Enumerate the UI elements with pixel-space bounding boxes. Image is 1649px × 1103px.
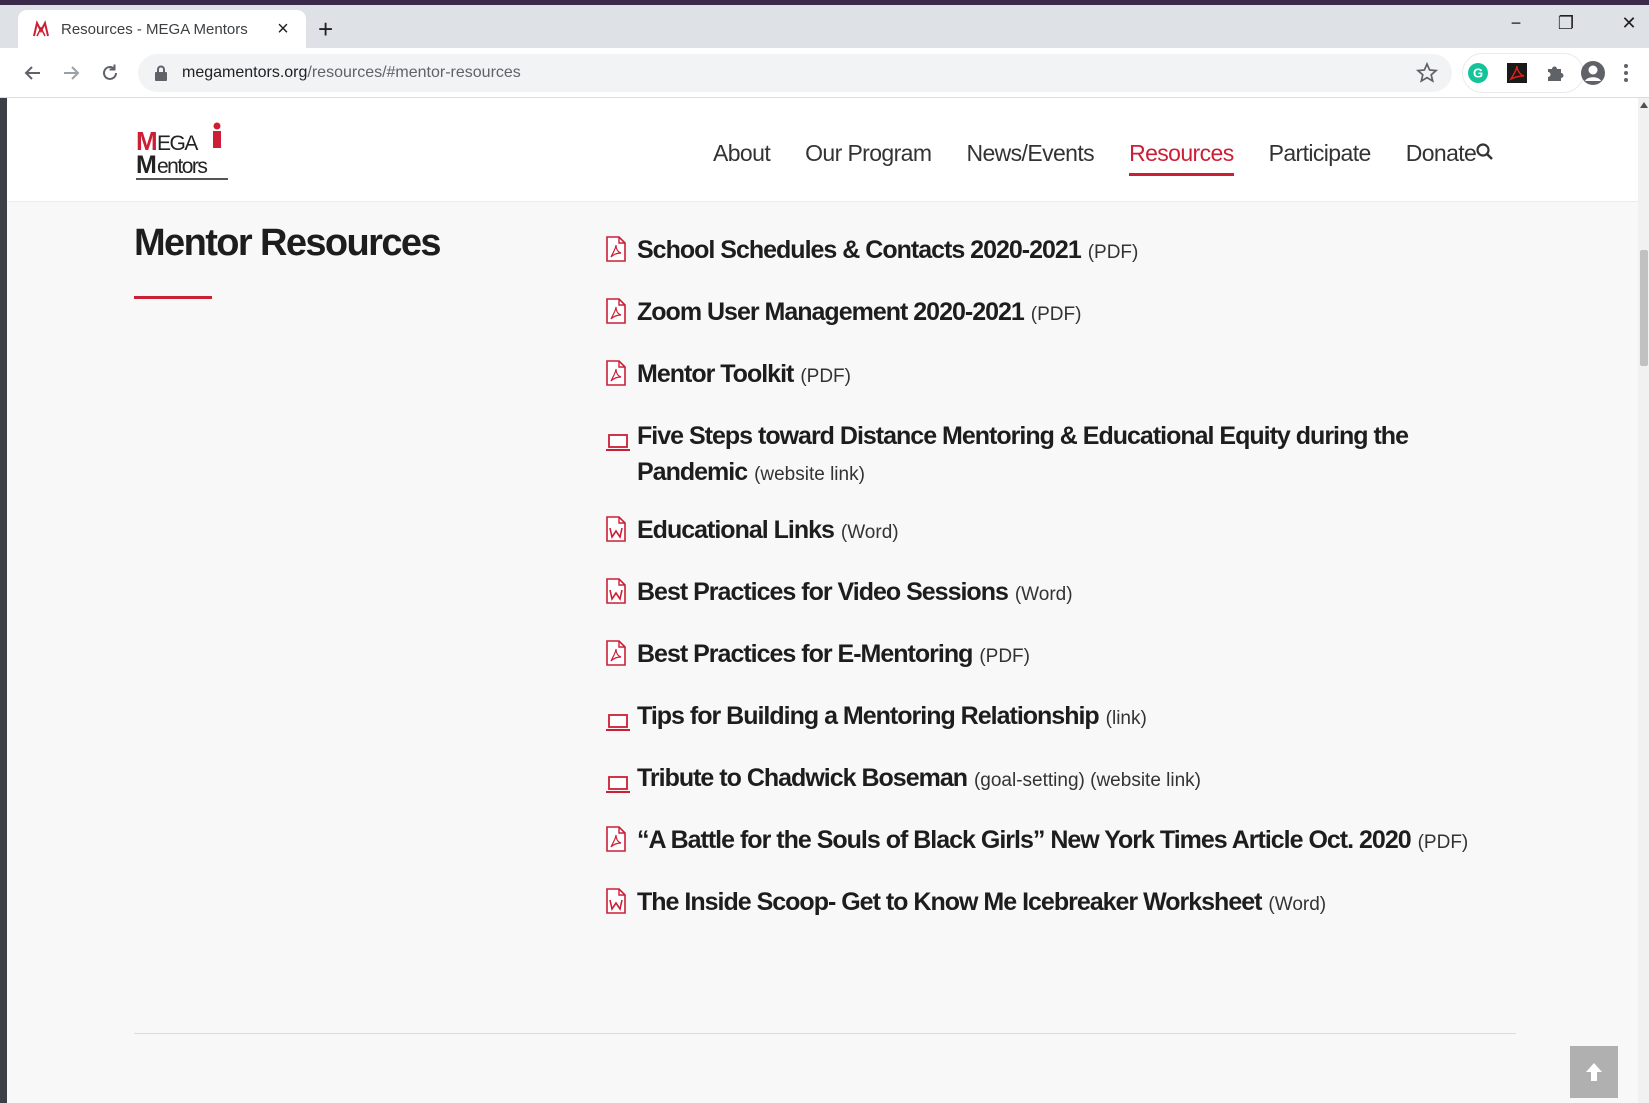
tab-bar: Resources - MEGA Mentors × + − ❐ ✕ xyxy=(0,5,1649,48)
resource-type: (PDF) xyxy=(1417,832,1469,853)
laptop-icon xyxy=(605,707,631,743)
site-header: M EGA M entors About Our Program News/Ev… xyxy=(7,98,1638,202)
resource-link[interactable]: Educational Links xyxy=(637,516,835,544)
back-button[interactable] xyxy=(19,59,47,87)
restore-button[interactable]: ❐ xyxy=(1546,13,1586,34)
resource-link[interactable]: Best Practices for E-Mentoring xyxy=(637,640,973,668)
mega-mentors-logo[interactable]: M EGA M entors xyxy=(133,120,233,182)
close-window-button[interactable]: ✕ xyxy=(1612,13,1646,34)
acrobat-icon[interactable] xyxy=(1503,59,1531,87)
forward-button[interactable] xyxy=(57,59,85,87)
svg-text:entors: entors xyxy=(157,155,207,178)
resource-link[interactable]: Mentor Toolkit xyxy=(637,360,794,388)
laptop-icon xyxy=(605,769,631,805)
arrow-up-icon xyxy=(1586,1063,1602,1081)
svg-text:EGA: EGA xyxy=(157,132,198,155)
scroll-thumb[interactable] xyxy=(1640,250,1648,366)
resource-list: School Schedules & Contacts 2020-2021 (P… xyxy=(603,232,1523,946)
nav-news-events[interactable]: News/Events xyxy=(966,140,1094,167)
pdf-icon xyxy=(605,826,627,862)
browser-tab[interactable]: Resources - MEGA Mentors × xyxy=(18,10,306,48)
resource-link[interactable]: Tribute to Chadwick Boseman xyxy=(637,764,968,792)
lock-icon xyxy=(155,65,167,81)
laptop-icon xyxy=(605,427,631,463)
nav-our-program[interactable]: Our Program xyxy=(805,140,932,167)
pdf-icon xyxy=(605,298,627,334)
resource-link[interactable]: School Schedules & Contacts 2020-2021 xyxy=(637,236,1082,264)
resource-type: (PDF) xyxy=(1030,304,1082,325)
resource-item[interactable]: Best Practices for E-Mentoring (PDF) xyxy=(603,636,1523,698)
resource-link[interactable]: Best Practices for Video Sessions xyxy=(637,578,1009,606)
nav-participate[interactable]: Participate xyxy=(1269,140,1372,167)
site-favicon-icon xyxy=(33,20,49,37)
word-icon xyxy=(605,516,627,552)
resource-type: (Word) xyxy=(1014,584,1073,605)
word-icon xyxy=(605,578,627,614)
reload-button[interactable] xyxy=(96,59,124,87)
resource-item[interactable]: Best Practices for Video Sessions (Word) xyxy=(603,574,1523,636)
grammarly-icon[interactable]: G xyxy=(1464,59,1492,87)
back-arrow-icon xyxy=(24,66,40,80)
resource-type: (goal-setting) (website link) xyxy=(973,770,1201,791)
resource-type: (website link) xyxy=(754,464,865,485)
main-nav: About Our Program News/Events Resources … xyxy=(713,140,1511,176)
nav-about[interactable]: About xyxy=(713,140,771,167)
resource-item[interactable]: Zoom User Management 2020-2021 (PDF) xyxy=(603,294,1523,356)
resource-type: (link) xyxy=(1105,708,1147,729)
svg-text:G: G xyxy=(1473,66,1483,81)
search-icon[interactable] xyxy=(1475,142,1495,162)
resource-type: (PDF) xyxy=(800,366,851,387)
section-divider xyxy=(134,1033,1516,1034)
browser-toolbar: megamentors.org/resources/#mentor-resour… xyxy=(0,48,1649,98)
resource-link[interactable]: The Inside Scoop- Get to Know Me Icebrea… xyxy=(637,888,1262,916)
kebab-menu-icon[interactable] xyxy=(1617,59,1635,87)
resource-item[interactable]: Tribute to Chadwick Boseman (goal-settin… xyxy=(603,760,1523,822)
minimize-button[interactable]: − xyxy=(1496,13,1536,34)
resource-link[interactable]: Tips for Building a Mentoring Relationsh… xyxy=(637,702,1100,730)
profile-icon[interactable] xyxy=(1579,59,1607,87)
scroll-up-arrow[interactable] xyxy=(1640,102,1648,108)
resource-link[interactable]: Zoom User Management 2020-2021 xyxy=(637,298,1025,326)
page-viewport: M EGA M entors About Our Program News/Ev… xyxy=(7,98,1638,1103)
word-icon xyxy=(605,888,627,924)
pdf-icon xyxy=(605,236,627,272)
puzzle-icon[interactable] xyxy=(1541,59,1569,87)
resource-type: (Word) xyxy=(1268,894,1327,915)
resource-type: (Word) xyxy=(840,522,899,543)
nav-resources[interactable]: Resources xyxy=(1129,140,1234,176)
url-host: megamentors.org xyxy=(182,64,308,81)
section-title: Mentor Resources xyxy=(134,222,442,264)
resource-item[interactable]: Educational Links (Word) xyxy=(603,512,1523,574)
resource-link[interactable]: “A Battle for the Souls of Black Girls” … xyxy=(637,826,1412,854)
resource-item[interactable]: Tips for Building a Mentoring Relationsh… xyxy=(603,698,1523,760)
forward-arrow-icon xyxy=(64,66,80,80)
resource-item[interactable]: “A Battle for the Souls of Black Girls” … xyxy=(603,822,1523,884)
tab-title: Resources - MEGA Mentors xyxy=(61,20,248,38)
new-tab-button[interactable]: + xyxy=(318,16,333,42)
bookmark-star-icon[interactable] xyxy=(1416,62,1438,84)
back-to-top-button[interactable] xyxy=(1570,1046,1618,1098)
pdf-icon xyxy=(605,640,627,676)
nav-donate[interactable]: Donate xyxy=(1406,140,1477,167)
title-underline xyxy=(134,296,212,299)
resource-item[interactable]: Five Steps toward Distance Mentoring & E… xyxy=(603,418,1523,512)
resource-type: (PDF) xyxy=(979,646,1030,667)
resource-item[interactable]: The Inside Scoop- Get to Know Me Icebrea… xyxy=(603,884,1523,946)
svg-text:M: M xyxy=(136,151,156,179)
url-text: megamentors.org/resources/#mentor-resour… xyxy=(182,64,521,82)
tab-close-icon[interactable]: × xyxy=(272,19,294,39)
resource-type: (PDF) xyxy=(1087,242,1139,263)
page-scrollbar[interactable] xyxy=(1638,98,1649,1103)
resource-item[interactable]: Mentor Toolkit (PDF) xyxy=(603,356,1523,418)
reload-icon xyxy=(103,64,117,80)
address-bar[interactable]: megamentors.org/resources/#mentor-resour… xyxy=(138,54,1452,92)
pdf-icon xyxy=(605,360,627,396)
resource-item[interactable]: School Schedules & Contacts 2020-2021 (P… xyxy=(603,232,1523,294)
resource-link[interactable]: Five Steps toward Distance Mentoring & E… xyxy=(637,422,1409,486)
url-path: /resources/#mentor-resources xyxy=(307,64,521,81)
